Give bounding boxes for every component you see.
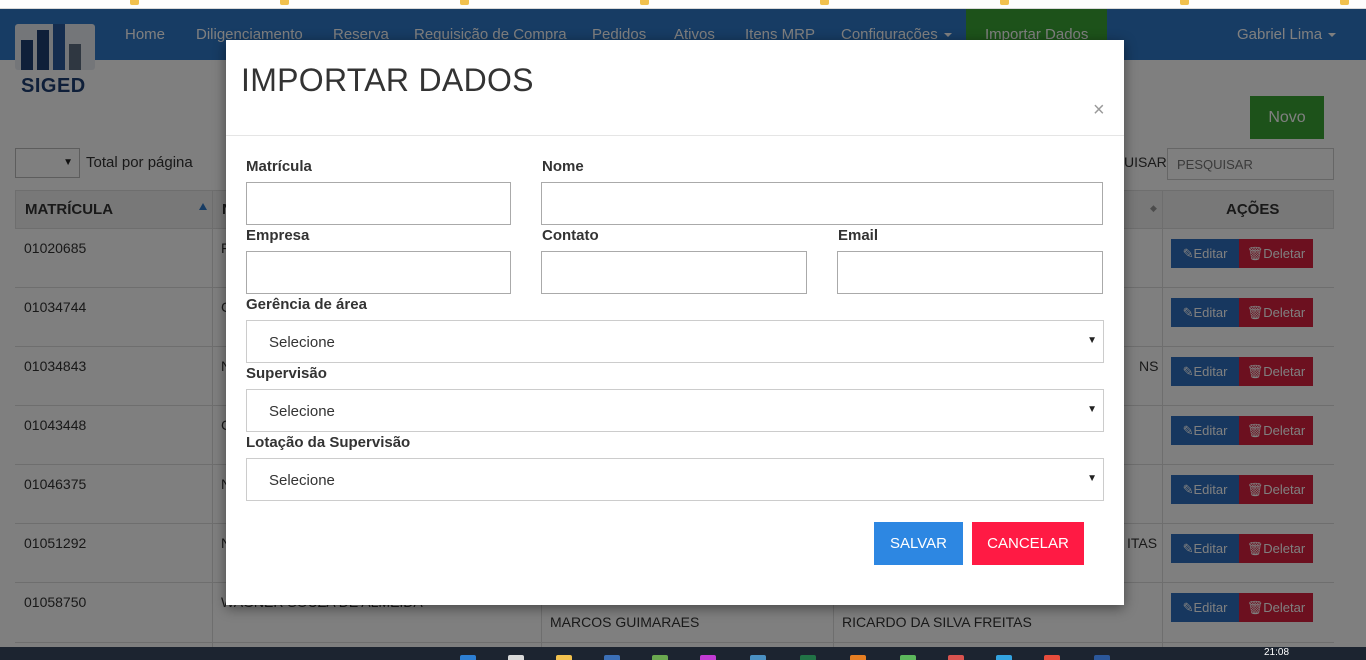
save-button[interactable]: SALVAR (874, 522, 963, 565)
bookmark-folder-icon[interactable] (820, 0, 829, 5)
bookmark-folder-icon[interactable] (1000, 0, 1009, 5)
modal-header-divider (226, 135, 1124, 136)
supervisao-label: Supervisão (246, 365, 327, 382)
dropdown-arrow-icon: ▼ (1087, 335, 1097, 346)
folder-icon[interactable] (556, 655, 572, 660)
app-icon[interactable] (652, 655, 668, 660)
bookmark-folder-icon[interactable] (1340, 0, 1349, 5)
matricula-input[interactable] (246, 182, 511, 225)
contato-input[interactable] (541, 251, 807, 294)
cancel-button[interactable]: CANCELAR (972, 522, 1084, 565)
bookmarks-bar (0, 0, 1366, 9)
chrome-icon[interactable] (1044, 655, 1060, 660)
app-icon[interactable] (700, 655, 716, 660)
empresa-input[interactable] (246, 251, 511, 294)
email-input[interactable] (837, 251, 1103, 294)
dropdown-arrow-icon: ▼ (1087, 473, 1097, 484)
bookmark-folder-icon[interactable] (1180, 0, 1189, 5)
gerencia-select[interactable]: Selecione ▼ (246, 320, 1104, 363)
app-icon[interactable] (996, 655, 1012, 660)
gerencia-label: Gerência de área (246, 296, 367, 313)
bookmark-folder-icon[interactable] (280, 0, 289, 5)
import-data-modal: IMPORTAR DADOS × Matrícula Nome Empresa … (226, 40, 1124, 605)
app-icon[interactable] (508, 655, 524, 660)
supervisao-select-value: Selecione (269, 403, 335, 420)
nome-input[interactable] (541, 182, 1103, 225)
app-icon[interactable] (948, 655, 964, 660)
nome-label: Nome (542, 158, 584, 175)
dropdown-arrow-icon: ▼ (1087, 404, 1097, 415)
lotacao-select-value: Selecione (269, 472, 335, 489)
app-icon[interactable] (750, 655, 766, 660)
email-label: Email (838, 227, 879, 244)
modal-title: IMPORTAR DADOS (241, 62, 534, 98)
word-icon[interactable] (1094, 655, 1110, 660)
excel-icon[interactable] (800, 655, 816, 660)
app-icon[interactable] (850, 655, 866, 660)
bookmark-folder-icon[interactable] (640, 0, 649, 5)
contato-label: Contato (542, 227, 599, 244)
app-icon[interactable] (460, 655, 476, 660)
supervisao-select[interactable]: Selecione ▼ (246, 389, 1104, 432)
bookmark-folder-icon[interactable] (460, 0, 469, 5)
empresa-label: Empresa (246, 227, 310, 244)
app-icon[interactable] (900, 655, 916, 660)
os-taskbar (0, 647, 1366, 660)
matricula-label: Matrícula (246, 158, 312, 175)
lotacao-select[interactable]: Selecione ▼ (246, 458, 1104, 501)
close-icon[interactable]: × (1093, 100, 1105, 120)
app-icon[interactable] (604, 655, 620, 660)
gerencia-select-value: Selecione (269, 334, 335, 351)
taskbar-clock: 21:08 (1264, 647, 1290, 658)
lotacao-label: Lotação da Supervisão (246, 434, 411, 451)
bookmark-folder-icon[interactable] (130, 0, 139, 5)
